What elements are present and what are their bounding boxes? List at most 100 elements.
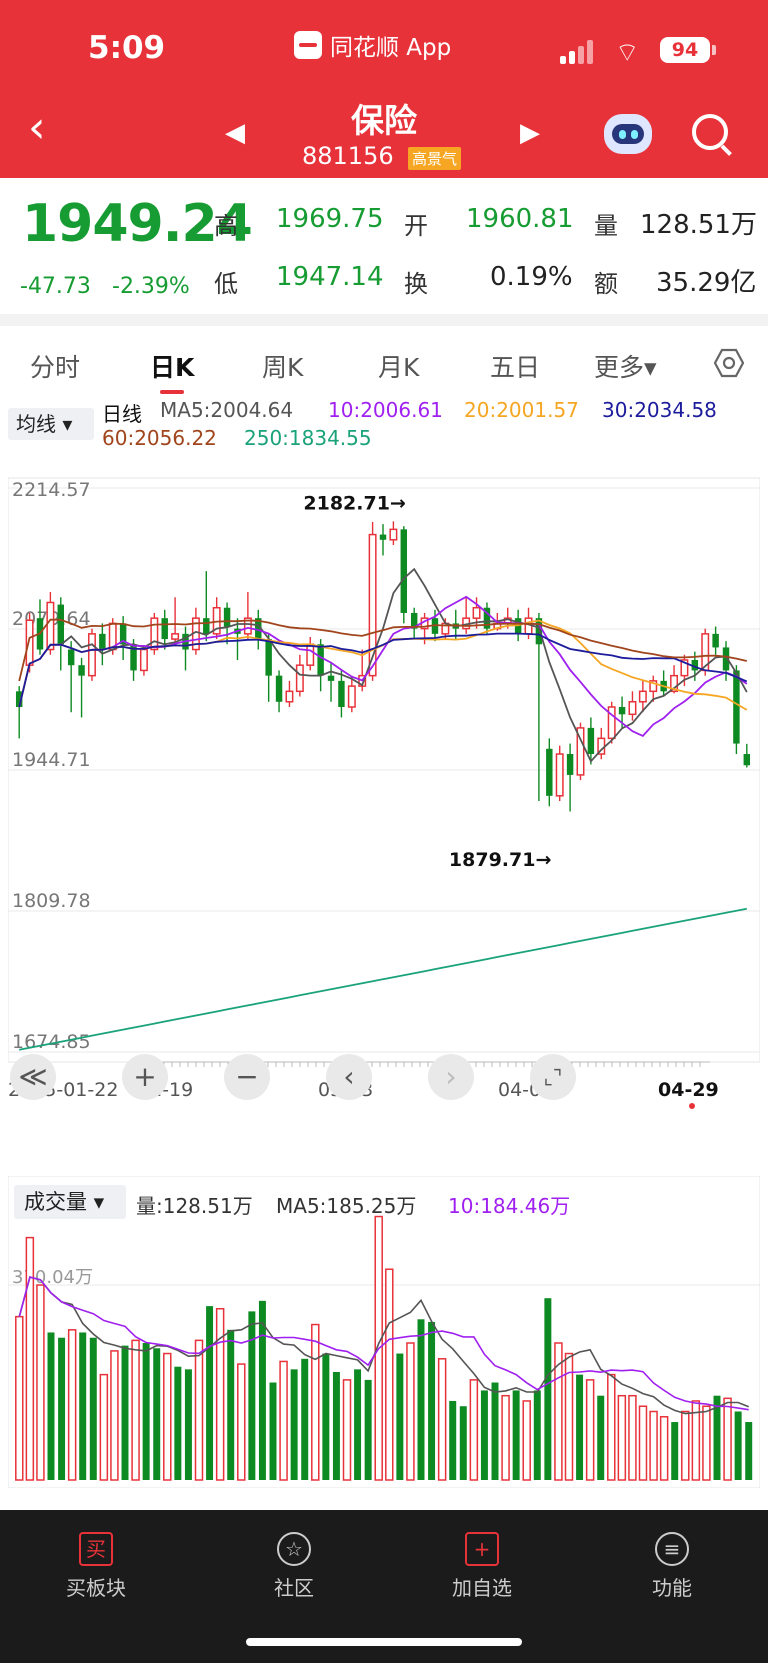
- volume-bar: [153, 1348, 161, 1480]
- ma5-legend: MA5:2004.64: [160, 398, 294, 422]
- fullscreen-button[interactable]: ⌞⌝: [530, 1054, 576, 1100]
- candlestick-chart[interactable]: 2214.572079.641944.711809.781674.852182.…: [8, 452, 760, 1120]
- ma10-legend: 10:2006.61: [328, 398, 443, 422]
- quote-panel: 1949.24 -47.73 -2.39% 高 1969.75 开 1960.8…: [0, 180, 768, 310]
- volume-bar: [269, 1382, 277, 1480]
- volume-bar: [99, 1373, 109, 1481]
- open-value: 1960.81: [466, 204, 574, 234]
- search-icon[interactable]: [692, 114, 728, 150]
- amount-value: 35.29亿: [656, 268, 757, 298]
- candle-body: [546, 748, 553, 796]
- volume-bar: [649, 1410, 658, 1481]
- candle-body: [306, 643, 315, 666]
- candle-body: [285, 690, 294, 703]
- functions-button[interactable]: ≡ 功能: [612, 1520, 732, 1601]
- ma20-legend: 20:2001.57: [464, 398, 579, 422]
- indicator-select[interactable]: 成交量 ▾: [14, 1185, 126, 1219]
- high-label: 高: [214, 212, 238, 240]
- buy-sector-label: 买板块: [66, 1576, 126, 1600]
- candle-body: [78, 665, 85, 676]
- volume-bar: [681, 1410, 690, 1481]
- tab-weekly-k[interactable]: 周K: [262, 348, 303, 384]
- open-label: 开: [404, 212, 428, 240]
- volume-ma10-line: [18, 1276, 749, 1411]
- candle-body: [317, 644, 324, 676]
- low-label: 低: [214, 270, 238, 298]
- candle-body: [628, 701, 637, 716]
- tab-daily-k[interactable]: 日K: [150, 348, 194, 384]
- candle-body: [733, 670, 740, 744]
- tab-intraday[interactable]: 分时: [30, 348, 80, 384]
- volume-bar: [89, 1337, 97, 1480]
- candle-body: [87, 633, 96, 677]
- divider: [0, 314, 768, 326]
- volume-bar: [184, 1369, 192, 1480]
- app-logo-icon: [294, 31, 322, 59]
- volume-bar: [227, 1329, 235, 1480]
- functions-label: 功能: [652, 1576, 692, 1600]
- zoom-in-button[interactable]: +: [122, 1054, 168, 1100]
- volume-bar: [702, 1405, 711, 1481]
- volume-bar: [480, 1390, 488, 1480]
- ma-period-label: 日线: [102, 402, 142, 426]
- candle-body: [400, 529, 408, 613]
- candle-body: [566, 754, 574, 775]
- zoom-out-button[interactable]: −: [224, 1054, 270, 1100]
- next-stock-button[interactable]: ▶: [520, 118, 540, 148]
- candle-body: [46, 601, 55, 651]
- low-value: 1947.14: [276, 262, 384, 292]
- buy-sector-button[interactable]: 买 买板块: [36, 1520, 156, 1601]
- volume-bar: [597, 1395, 605, 1480]
- candle-body: [203, 618, 210, 634]
- volume-bar: [163, 1352, 172, 1481]
- price-change-pct: -2.39%: [112, 274, 190, 299]
- community-button[interactable]: ☆ 社区: [234, 1520, 354, 1601]
- tab-five-day[interactable]: 五日: [490, 348, 540, 384]
- candle-body: [57, 604, 64, 645]
- add-watchlist-button[interactable]: + 加自选: [422, 1520, 542, 1601]
- assistant-robot-icon[interactable]: [604, 114, 652, 154]
- active-tab-indicator: [160, 390, 184, 394]
- prev-button[interactable]: ‹: [326, 1054, 372, 1100]
- volume-bar: [215, 1308, 225, 1481]
- volume-bar: [237, 1363, 246, 1481]
- y-tick-label: 1944.71: [12, 749, 91, 771]
- candle-body: [171, 633, 180, 640]
- volume-bar: [194, 1339, 204, 1481]
- settings-hexagon-icon[interactable]: [714, 348, 744, 378]
- volume-bar: [121, 1345, 129, 1480]
- turnover-label: 换: [404, 270, 428, 298]
- stock-code: 881156: [302, 142, 394, 170]
- volume-bar: [354, 1369, 362, 1480]
- next-button: ›: [428, 1054, 474, 1100]
- ma10-line: [18, 595, 748, 737]
- candle-body: [67, 649, 75, 666]
- wifi-icon: ⌔: [615, 38, 640, 68]
- volume-ma10-legend: 10:184.46万: [448, 1194, 571, 1218]
- buy-icon: 买: [79, 1532, 113, 1566]
- rewind-button[interactable]: ≪: [10, 1054, 56, 1100]
- home-indicator: [246, 1638, 522, 1646]
- signal-icon: [560, 38, 600, 64]
- ma30-legend: 30:2034.58: [602, 398, 717, 422]
- price-change: -47.73: [20, 274, 91, 299]
- volume-bar: [322, 1353, 330, 1480]
- volume-ma5-line: [18, 1276, 750, 1415]
- candle-body: [555, 753, 564, 797]
- tab-monthly-k[interactable]: 月K: [378, 348, 419, 384]
- candle-body: [295, 664, 304, 693]
- ma250-line: [19, 907, 747, 1051]
- volume-bar: [522, 1400, 531, 1481]
- tab-more[interactable]: 更多▾: [594, 348, 657, 384]
- ma-type-select[interactable]: 均线 ▾: [8, 408, 94, 440]
- volume-bar: [142, 1343, 150, 1480]
- volume-bar: [417, 1319, 425, 1480]
- community-star-icon: ☆: [277, 1532, 311, 1566]
- volume-bar: [110, 1350, 119, 1481]
- volume-bar: [131, 1339, 140, 1481]
- turnover-value: 0.19%: [490, 262, 573, 292]
- volume-chart[interactable]: 370.04万: [8, 1176, 760, 1488]
- volume-bar: [332, 1371, 340, 1480]
- volume-bar: [628, 1394, 637, 1481]
- high-value: 1969.75: [276, 204, 384, 234]
